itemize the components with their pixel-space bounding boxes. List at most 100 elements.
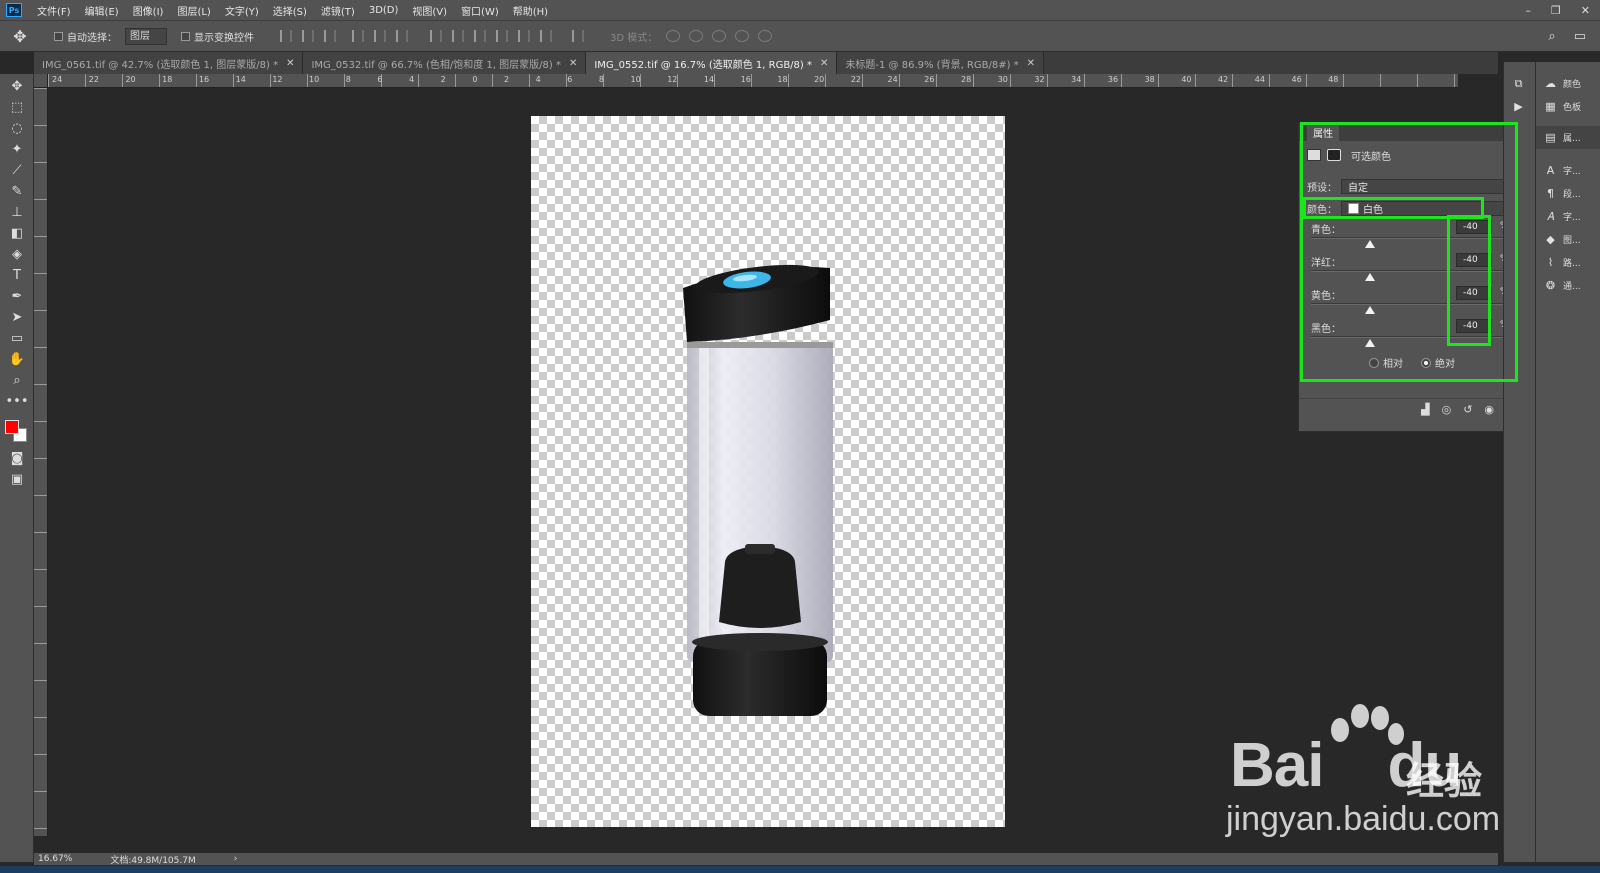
ruler-origin[interactable] [34, 74, 48, 88]
tab-img-0532[interactable]: IMG_0532.tif @ 66.7% (色相/饱和度 1, 图层蒙版/8) … [303, 52, 587, 74]
menu-view[interactable]: 视图(V) [405, 3, 454, 18]
auto-select-checkbox[interactable]: 自动选择： [54, 29, 117, 44]
vertical-ruler[interactable] [34, 88, 48, 836]
move-tool-preset-icon[interactable]: ✥ [0, 27, 40, 46]
zoom-level[interactable]: 16.67% [38, 854, 72, 864]
quick-mask-icon[interactable]: ◙ [0, 448, 34, 469]
checkbox-box[interactable] [54, 31, 63, 41]
auto-select-dropdown[interactable]: 图层 [125, 27, 167, 45]
menu-filter[interactable]: 滤镜(T) [314, 3, 362, 18]
minimize-icon[interactable]: – [1525, 4, 1531, 17]
menu-select[interactable]: 选择(S) [266, 3, 314, 18]
yellow-slider[interactable]: 黄色： -40 % [1299, 285, 1524, 318]
distribute-top-icon[interactable] [430, 30, 442, 42]
auto-align-icon[interactable] [572, 30, 584, 42]
hand-tool-icon[interactable]: ✋ [0, 349, 34, 370]
dock-properties[interactable]: ▤ 属... [1536, 126, 1600, 149]
history-icon[interactable]: ⧉ [1504, 72, 1535, 95]
dock-layers[interactable]: ◆ 图... [1536, 228, 1600, 251]
zoom-tool-icon[interactable]: ⌕ [0, 370, 34, 391]
absolute-radio[interactable]: 绝对 [1421, 355, 1455, 370]
clip-to-layer-icon[interactable]: ▟ [1421, 403, 1429, 416]
menu-type[interactable]: 文字(Y) [218, 3, 266, 18]
reset-icon[interactable]: ↺ [1463, 403, 1472, 416]
scale-3d-icon[interactable] [758, 30, 773, 42]
slider-track[interactable] [1311, 237, 1509, 239]
path-select-tool-icon[interactable]: ➤ [0, 307, 34, 328]
menu-window[interactable]: 窗口(W) [454, 3, 506, 18]
relative-radio[interactable]: 相对 [1369, 355, 1403, 370]
distribute-right-icon[interactable] [540, 30, 552, 42]
drag-3d-icon[interactable] [712, 30, 727, 42]
cyan-slider[interactable]: 青色： -40 % [1299, 219, 1524, 252]
preset-select[interactable]: 自定 ⌄ [1341, 178, 1521, 194]
orbit-3d-icon[interactable] [666, 30, 681, 42]
eyedropper-tool-icon[interactable]: ⟋ [0, 160, 34, 181]
radio-dot[interactable] [1369, 357, 1379, 368]
slider-track[interactable] [1311, 336, 1509, 338]
tab-img-0552[interactable]: IMG_0552.tif @ 16.7% (选取颜色 1, RGB/8) * ✕ [586, 52, 838, 74]
bucket-tool-icon[interactable]: ◈ [0, 244, 34, 265]
align-vcenter-icon[interactable] [302, 30, 314, 42]
magenta-slider[interactable]: 洋红： -40 % [1299, 252, 1524, 285]
checkbox-box[interactable] [181, 31, 190, 41]
slider-track[interactable] [1311, 303, 1509, 305]
search-icon[interactable]: ⌕ [1548, 29, 1555, 44]
slider-value-input[interactable]: -40 [1456, 253, 1492, 267]
marquee-tool-icon[interactable]: ⬚ [0, 97, 34, 118]
screen-mode-icon[interactable]: ▣ [0, 469, 34, 490]
tab-untitled-1[interactable]: 未标题-1 @ 86.9% (背景, RGB/8#) * ✕ [837, 52, 1045, 74]
color-select[interactable]: 白色 ⌄ [1341, 200, 1521, 216]
menu-layer[interactable]: 图层(L) [170, 3, 217, 18]
slider-thumb[interactable] [1365, 306, 1376, 314]
eraser-tool-icon[interactable]: ◧ [0, 223, 34, 244]
dock-paragraph[interactable]: ¶ 段... [1536, 182, 1600, 205]
align-left-icon[interactable] [352, 30, 364, 42]
view-previous-icon[interactable]: ◎ [1442, 403, 1452, 416]
dock-character[interactable]: A 字... [1536, 159, 1600, 182]
magic-wand-tool-icon[interactable]: ✦ [0, 139, 34, 160]
slider-thumb[interactable] [1365, 240, 1376, 248]
document-canvas[interactable] [531, 116, 1005, 827]
align-top-icon[interactable] [280, 30, 292, 42]
distribute-bottom-icon[interactable] [474, 30, 486, 42]
slider-thumb[interactable] [1365, 273, 1376, 281]
distribute-hcenter-icon[interactable] [518, 30, 530, 42]
mask-icon[interactable] [1327, 149, 1341, 161]
roll-3d-icon[interactable] [689, 30, 704, 42]
rectangle-tool-icon[interactable]: ▭ [0, 328, 34, 349]
visibility-eye-icon[interactable]: ◉ [1484, 403, 1494, 416]
distribute-left-icon[interactable] [496, 30, 508, 42]
menu-file[interactable]: 文件(F) [30, 3, 78, 18]
type-tool-icon[interactable]: T [0, 265, 34, 286]
menu-3d[interactable]: 3D(D) [362, 5, 406, 16]
align-hcenter-icon[interactable] [374, 30, 386, 42]
move-tool-icon[interactable]: ✥ [0, 76, 34, 97]
distribute-vcenter-icon[interactable] [452, 30, 464, 42]
actions-play-icon[interactable]: ▶ [1504, 95, 1535, 118]
brush-tool-icon[interactable]: ✎ [0, 181, 34, 202]
foreground-color-swatch[interactable] [5, 420, 19, 434]
show-transform-checkbox[interactable]: 显示变换控件 [181, 29, 254, 44]
dock-paths[interactable]: ⌇ 路... [1536, 251, 1600, 274]
align-right-icon[interactable] [396, 30, 408, 42]
menu-image[interactable]: 图像(I) [126, 3, 171, 18]
restore-icon[interactable]: ❐ [1551, 4, 1561, 17]
more-tools-icon[interactable]: ••• [0, 391, 34, 412]
close-icon[interactable]: ✕ [569, 58, 577, 69]
menu-help[interactable]: 帮助(H) [506, 3, 555, 18]
color-swatches[interactable] [0, 412, 34, 448]
radio-dot[interactable] [1421, 357, 1431, 368]
dock-channels[interactable]: ❂ 通... [1536, 274, 1600, 297]
black-slider[interactable]: 黑色： -40 % [1299, 318, 1524, 351]
slider-thumb[interactable] [1365, 339, 1376, 347]
tab-img-0561[interactable]: IMG_0561.tif @ 42.7% (选取颜色 1, 图层蒙版/8) * … [34, 52, 304, 74]
properties-tab[interactable]: 属性 [1307, 122, 1339, 142]
dock-swatches[interactable]: ▦ 色板 [1536, 95, 1600, 118]
slider-track[interactable] [1311, 270, 1509, 272]
close-icon[interactable]: ✕ [1581, 4, 1590, 17]
slide-3d-icon[interactable] [735, 30, 750, 42]
dock-color[interactable]: ☁ 颜色 [1536, 72, 1600, 95]
workspace-icon[interactable]: ▭ [1574, 29, 1586, 44]
adjustment-icon[interactable] [1307, 149, 1321, 161]
